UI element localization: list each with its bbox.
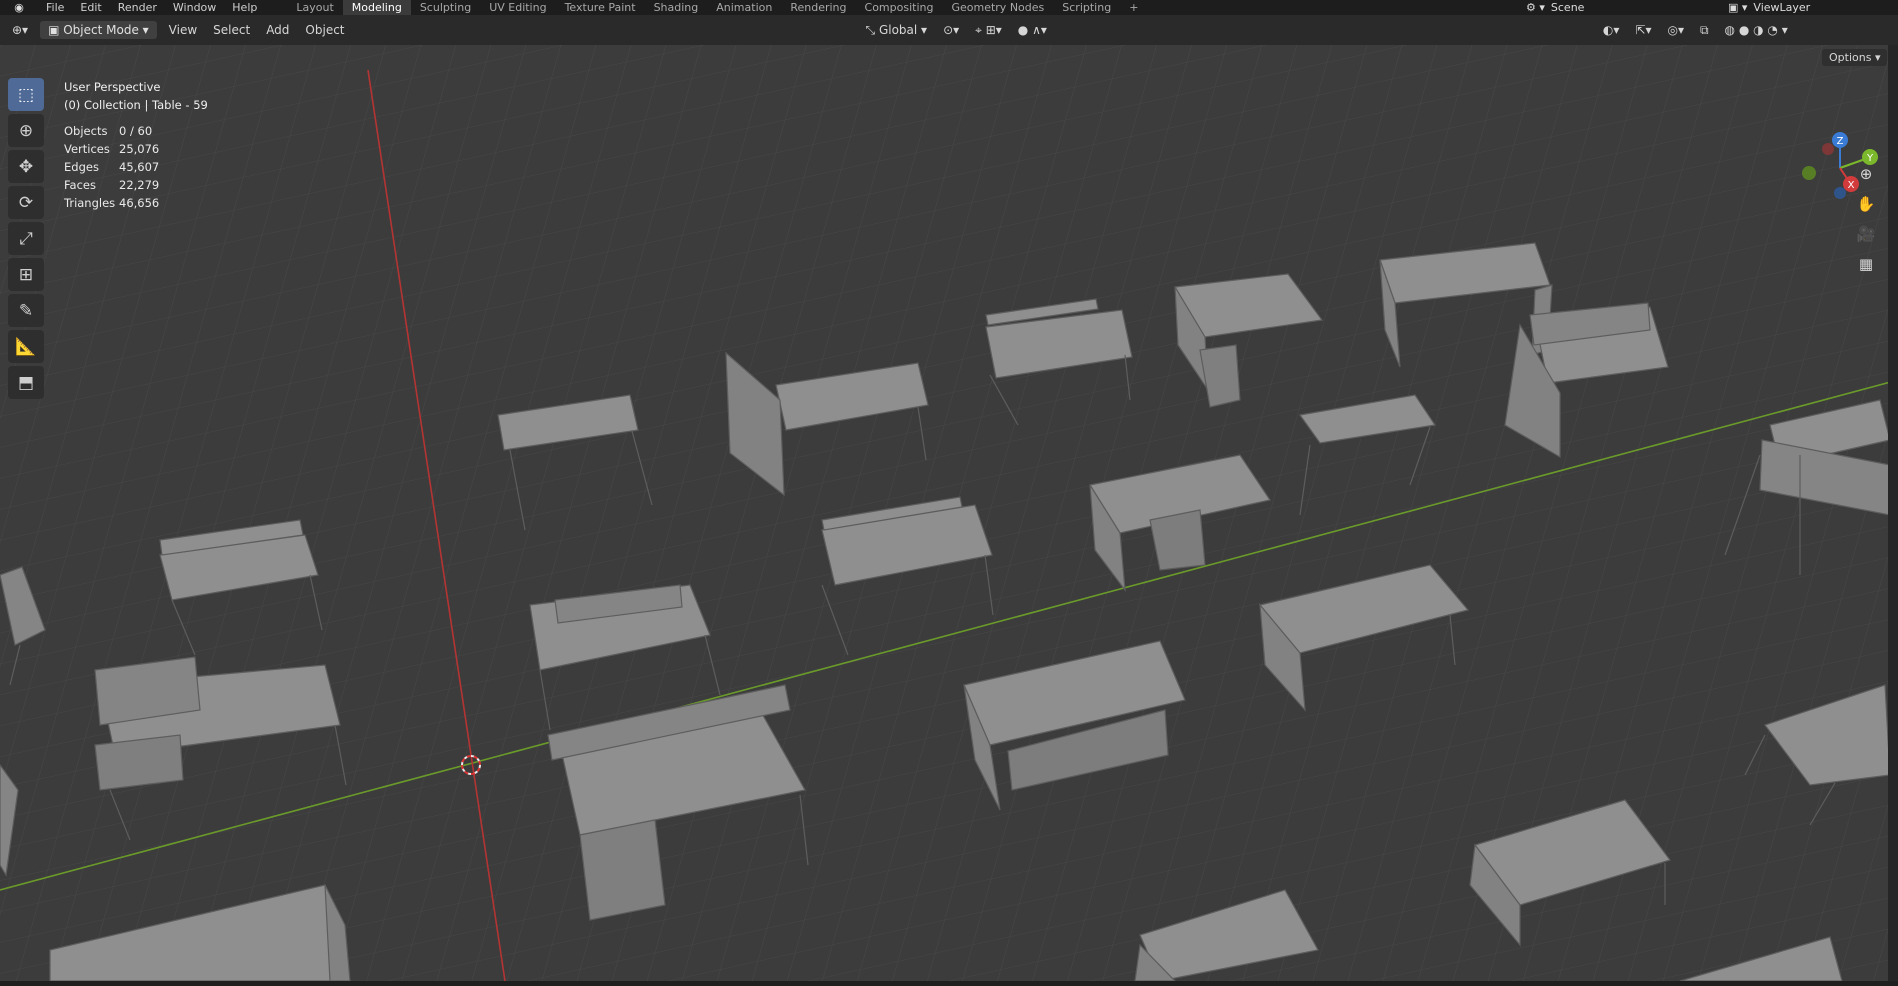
tab-modeling[interactable]: Modeling	[342, 0, 411, 15]
add-cube-icon[interactable]: ⬒	[8, 366, 44, 399]
viewlayer-selector[interactable]: ▣ ▾ ViewLayer	[1728, 0, 1810, 15]
menu-add[interactable]: Add	[258, 15, 297, 45]
menu-view[interactable]: View	[161, 15, 205, 45]
orientation-icon: ⤡	[865, 23, 879, 37]
orientation-label: Global	[878, 23, 918, 37]
stat-value: 25,076	[119, 142, 160, 156]
measure-icon[interactable]: 📐	[8, 330, 44, 363]
mode-label: Object Mode	[63, 23, 139, 37]
tab-animation[interactable]: Animation	[707, 0, 781, 15]
stat-label: Triangles	[64, 196, 116, 210]
gizmo-neg-z-icon[interactable]	[1834, 187, 1846, 199]
menu-window[interactable]: Window	[165, 0, 224, 15]
stat-value: 46,656	[119, 196, 160, 210]
visibility-icon[interactable]: ◐▾	[1595, 15, 1628, 45]
stat-value: 0 / 60	[119, 124, 153, 138]
view-navigation-tools: ⊕ ✋ 🎥 ▦	[1852, 160, 1882, 280]
stat-row: Faces 22,279	[64, 176, 159, 194]
side-panel-strip[interactable]	[1888, 45, 1898, 981]
scale-icon[interactable]: ⤢	[8, 222, 44, 255]
hand-icon[interactable]: ✋	[1852, 190, 1880, 218]
gizmo-z-label: Z	[1837, 136, 1844, 147]
scene-label: Scene	[1550, 1, 1585, 14]
tab-uv-editing[interactable]: UV Editing	[480, 0, 555, 15]
stat-row: Triangles 46,656	[64, 194, 159, 212]
menu-render[interactable]: Render	[110, 0, 165, 15]
transform-orientation-dropdown[interactable]: ⤡ Global ▾	[858, 15, 936, 45]
viewlayer-icon: ▣ ▾	[1728, 1, 1748, 14]
pivot-icon[interactable]: ⊙▾	[935, 15, 967, 45]
viewport-scene: Z Y X	[0, 45, 1898, 981]
move-icon[interactable]: ✥	[8, 150, 44, 183]
tab-rendering[interactable]: Rendering	[781, 0, 855, 15]
proportional-edit-icon[interactable]: ● ∧▾	[1010, 15, 1055, 45]
tab-shading[interactable]: Shading	[645, 0, 708, 15]
viewlayer-label: ViewLayer	[1753, 1, 1811, 14]
stat-label: Vertices	[64, 142, 110, 156]
scene-statistics: Objects 0 / 60 Vertices 25,076 Edges 45,607…	[64, 122, 159, 212]
tab-geometry-nodes[interactable]: Geometry Nodes	[942, 0, 1053, 15]
options-label: Options	[1829, 51, 1872, 64]
editor-type-icon[interactable]: ⊕▾	[0, 15, 36, 45]
tab-sculpting[interactable]: Sculpting	[411, 0, 480, 15]
blender-logo-icon[interactable]: ◉	[0, 0, 38, 15]
stat-row: Vertices 25,076	[64, 140, 159, 158]
tab-scripting[interactable]: Scripting	[1053, 0, 1120, 15]
mode-dropdown[interactable]: ▣ Object Mode ▾	[40, 21, 157, 39]
tab-texture-paint[interactable]: Texture Paint	[556, 0, 645, 15]
select-box-icon[interactable]: ⬚	[8, 78, 44, 111]
stat-label: Edges	[64, 160, 99, 174]
stat-row: Edges 45,607	[64, 158, 159, 176]
tab-layout[interactable]: Layout	[287, 0, 342, 15]
stat-label: Faces	[64, 178, 96, 192]
annotate-icon[interactable]: ✎	[8, 294, 44, 327]
cursor-icon[interactable]: ⊕	[8, 114, 44, 147]
add-workspace-button[interactable]: +	[1120, 0, 1147, 15]
viewport-info: User Perspective (0) Collection | Table …	[64, 78, 208, 114]
menu-file[interactable]: File	[38, 0, 72, 15]
collection-label: (0) Collection | Table - 59	[64, 98, 208, 112]
mode-icon: ▣	[48, 23, 64, 37]
zoom-icon[interactable]: ⊕	[1852, 160, 1880, 188]
scene-selector[interactable]: ⚙ ▾ Scene	[1526, 0, 1584, 15]
gizmo-neg-y-icon[interactable]	[1802, 166, 1816, 180]
menu-select[interactable]: Select	[205, 15, 258, 45]
top-menu-bar: ◉ File Edit Render Window Help Layout Mo…	[0, 0, 1898, 15]
scene-icon: ⚙ ▾	[1526, 1, 1545, 14]
stat-row: Objects 0 / 60	[64, 122, 159, 140]
status-bar	[0, 981, 1898, 986]
viewport-header: ⊕▾ ▣ Object Mode ▾ View Select Add Objec…	[0, 15, 1898, 45]
transform-icon[interactable]: ⊞	[8, 258, 44, 291]
camera-icon[interactable]: 🎥	[1852, 220, 1880, 248]
tool-shelf: ⬚ ⊕ ✥ ⟳ ⤢ ⊞ ✎ 📐 ⬒	[8, 78, 46, 402]
xray-icon[interactable]: ⧉	[1692, 15, 1717, 45]
stat-value: 22,279	[119, 178, 160, 192]
grid-icon[interactable]: ▦	[1852, 250, 1880, 278]
menu-edit[interactable]: Edit	[72, 0, 109, 15]
3d-viewport[interactable]: Z Y X	[0, 45, 1898, 981]
snap-icon[interactable]: ⌖ ⊞▾	[967, 15, 1010, 45]
overlay-toggle-icon[interactable]: ◎▾	[1659, 15, 1692, 45]
options-dropdown[interactable]: Options ▾	[1822, 49, 1888, 66]
rotate-icon[interactable]: ⟳	[8, 186, 44, 219]
menu-object[interactable]: Object	[297, 15, 352, 45]
stat-label: Objects	[64, 124, 108, 138]
perspective-label: User Perspective	[64, 80, 161, 94]
gizmo-neg-x-icon[interactable]	[1822, 143, 1834, 155]
gizmo-toggle-icon[interactable]: ⇱▾	[1627, 15, 1659, 45]
menu-help[interactable]: Help	[224, 0, 265, 15]
tab-compositing[interactable]: Compositing	[856, 0, 943, 15]
shading-modes-icon[interactable]: ◍ ● ◑ ◔ ▾	[1717, 15, 1796, 45]
stat-value: 45,607	[119, 160, 160, 174]
